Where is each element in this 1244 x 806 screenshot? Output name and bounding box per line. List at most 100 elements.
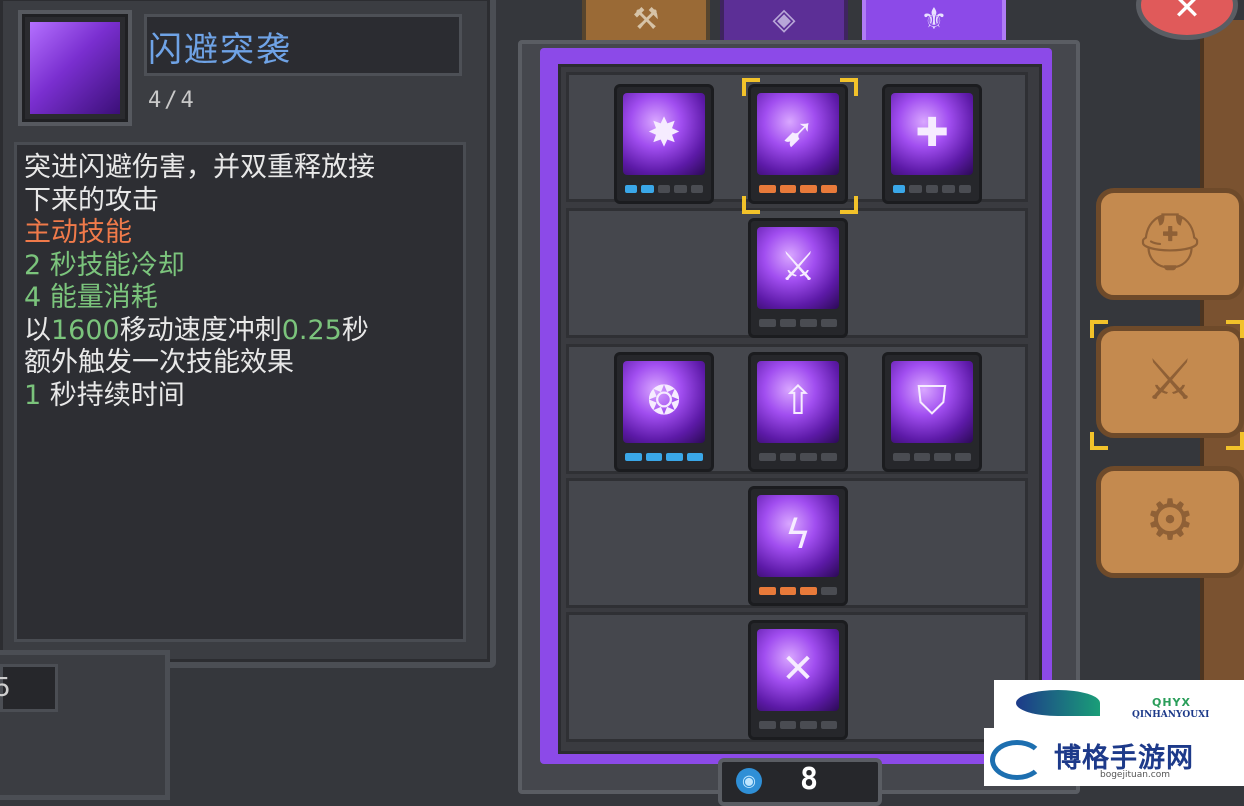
close-icon: ✕: [1172, 0, 1202, 28]
skill-node[interactable]: ⛉: [882, 352, 982, 472]
level-pip: [820, 453, 837, 461]
level-pips: [893, 185, 972, 193]
node-glyph: ✸: [647, 110, 681, 156]
summon-pet-icon: ❂: [623, 361, 705, 443]
sword-rain-icon: ✕: [757, 629, 839, 711]
settings-button[interactable]: ⚙: [1096, 466, 1244, 578]
node-glyph: ⛉: [917, 378, 947, 424]
crest-emblem-icon: ⚜: [920, 2, 948, 37]
level-pip: [913, 453, 930, 461]
level-pip: [779, 721, 796, 729]
skill-node[interactable]: ✚: [882, 84, 982, 204]
level-pip: [820, 319, 837, 327]
level-pips: [759, 587, 837, 595]
skill-node[interactable]: ❂: [614, 352, 714, 472]
level-pip: [759, 587, 776, 595]
watermark-circle-logo: [990, 740, 1044, 780]
skill-node[interactable]: ⇧: [748, 352, 848, 472]
level-pip: [641, 185, 654, 193]
sword-pillar-icon: ⇧: [757, 361, 839, 443]
lightning-dash-icon: ϟ: [757, 495, 839, 577]
level-pip: [800, 587, 817, 595]
weapon-icon: ⚒: [632, 2, 660, 37]
description-segment: 额外触发一次技能效果: [24, 347, 294, 378]
burst-icon: ✸: [623, 93, 705, 175]
level-pip: [800, 185, 817, 193]
currency-value: 8: [800, 762, 819, 797]
skill-node[interactable]: ⚔: [748, 218, 848, 338]
level-pip: [690, 185, 704, 193]
level-pip: [942, 185, 955, 193]
description-segment: 1600: [51, 314, 120, 346]
description-segment: 主动技能: [24, 217, 132, 248]
level-pip: [820, 721, 837, 729]
sword-upgrade-icon: ⚔: [1144, 348, 1196, 413]
level-pips: [759, 319, 837, 327]
description-segment: 突进闪避伤害，并双重释放接: [24, 152, 375, 183]
skills-button[interactable]: ⚔: [1096, 326, 1244, 438]
node-glyph: ❂: [647, 378, 681, 424]
dash-strike-icon: [30, 22, 120, 114]
node-glyph: ⚔: [780, 244, 816, 290]
node-glyph: ✚: [915, 110, 949, 156]
level-pip: [820, 587, 837, 595]
node-glyph: ✕: [781, 646, 815, 692]
selection-corner: [1226, 320, 1244, 338]
node-glyph: ➹: [781, 110, 815, 156]
skill-level: 4/4: [148, 88, 197, 113]
skill-node[interactable]: ✕: [748, 620, 848, 740]
description-segment: 移动速度冲刺: [119, 314, 282, 346]
level-pip: [893, 185, 906, 193]
level-pip: [779, 319, 796, 327]
level-pip: [779, 453, 796, 461]
watermark-logo: [1016, 690, 1100, 716]
selection-corner: [840, 78, 858, 96]
character-button[interactable]: ⛑: [1096, 188, 1244, 300]
selection-corner: [840, 196, 858, 214]
level-pip: [779, 185, 796, 193]
description-line: 1 秒持续时间: [24, 380, 185, 412]
level-pip: [800, 453, 817, 461]
level-pip: [625, 185, 638, 193]
level-pips: [625, 453, 703, 461]
level-pip: [779, 587, 796, 595]
description-segment: 以: [24, 314, 51, 346]
node-glyph: ϟ: [784, 512, 812, 558]
level-pip: [625, 453, 642, 461]
level-pip: [954, 453, 971, 461]
diamond-emblem-icon: ◈: [772, 2, 796, 37]
skill-node[interactable]: ✸: [614, 84, 714, 204]
selection-corner: [742, 78, 760, 96]
level-pip: [893, 453, 910, 461]
twin-swords-icon: ⚔: [757, 227, 839, 309]
heal-plus-icon: ✚: [891, 93, 973, 175]
description-segment: 秒: [341, 314, 369, 346]
watermark-domain: bogejituan.com: [1100, 770, 1171, 780]
level-pip: [674, 185, 687, 193]
level-pip: [958, 185, 972, 193]
dash-strike-icon: ➹: [757, 93, 839, 175]
level-pips: [893, 453, 971, 461]
description-line: 突进闪避伤害，并双重释放接: [24, 152, 375, 184]
description-segment: 下来的攻击: [24, 184, 159, 216]
skill-node[interactable]: ϟ: [748, 486, 848, 606]
level-pips: [625, 185, 704, 193]
level-pip: [759, 185, 776, 193]
blue-gem-icon: ◉: [736, 768, 762, 794]
selection-corner: [1090, 432, 1108, 450]
description-line: 2 秒技能冷却: [24, 250, 185, 282]
description-line: 额外触发一次技能效果: [24, 347, 294, 379]
skill-icon-frame: [18, 10, 132, 126]
description-segment: 秒持续时间: [41, 379, 185, 411]
level-pip: [645, 453, 662, 461]
helmet-icon: ⛑: [1134, 210, 1206, 275]
level-pips: [759, 453, 837, 461]
description-segment: 1: [24, 379, 42, 411]
skill-title: 闪避突袭: [148, 30, 292, 70]
level-pip: [666, 453, 683, 461]
description-line: 主动技能: [24, 217, 132, 249]
stub-value: 5: [0, 664, 58, 712]
skill-node[interactable]: ➹: [748, 84, 848, 204]
selection-corner: [742, 196, 760, 214]
description-segment: 0.25: [281, 314, 342, 346]
